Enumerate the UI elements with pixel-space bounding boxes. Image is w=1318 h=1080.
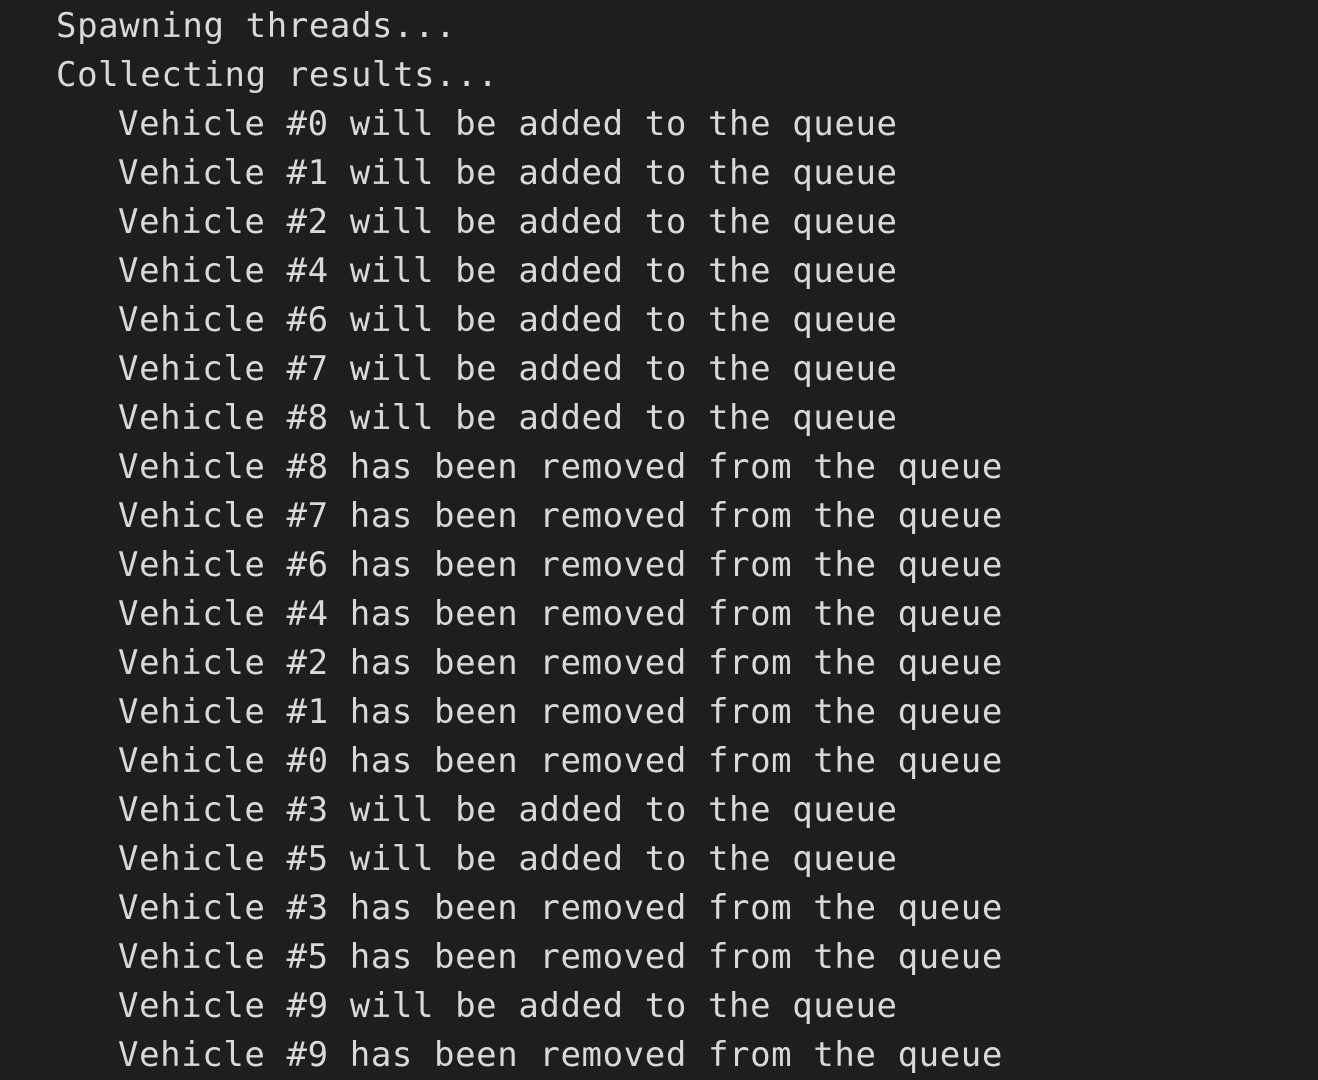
log-line: Vehicle #9 has been removed from the que… <box>118 1035 1003 1075</box>
output-line-spawning: Spawning threads... <box>56 6 457 46</box>
log-line: Vehicle #4 will be added to the queue <box>118 251 898 291</box>
log-line: Vehicle #5 has been removed from the que… <box>118 937 1003 977</box>
log-line: Vehicle #4 has been removed from the que… <box>118 594 1003 634</box>
log-line: Vehicle #5 will be added to the queue <box>118 839 898 879</box>
log-line: Vehicle #7 will be added to the queue <box>118 349 898 389</box>
log-line: Vehicle #3 will be added to the queue <box>118 790 898 830</box>
log-line: Vehicle #0 has been removed from the que… <box>118 741 1003 781</box>
log-line: Vehicle #7 has been removed from the que… <box>118 496 1003 536</box>
terminal-window: Spawning threads... Collecting results..… <box>0 0 1318 1080</box>
log-line: Vehicle #2 has been removed from the que… <box>118 643 1003 683</box>
log-line: Vehicle #9 will be added to the queue <box>118 986 898 1026</box>
output-line-collecting: Collecting results... <box>56 55 499 95</box>
terminal-output[interactable]: Spawning threads... Collecting results..… <box>56 2 1003 1080</box>
log-line: Vehicle #8 will be added to the queue <box>118 398 898 438</box>
log-line: Vehicle #6 will be added to the queue <box>118 300 898 340</box>
log-line: Vehicle #0 will be added to the queue <box>118 104 898 144</box>
log-line: Vehicle #1 has been removed from the que… <box>118 692 1003 732</box>
log-line: Vehicle #3 has been removed from the que… <box>118 888 1003 928</box>
log-line: Vehicle #2 will be added to the queue <box>118 202 898 242</box>
log-line: Vehicle #6 has been removed from the que… <box>118 545 1003 585</box>
log-line: Vehicle #1 will be added to the queue <box>118 153 898 193</box>
log-line: Vehicle #8 has been removed from the que… <box>118 447 1003 487</box>
